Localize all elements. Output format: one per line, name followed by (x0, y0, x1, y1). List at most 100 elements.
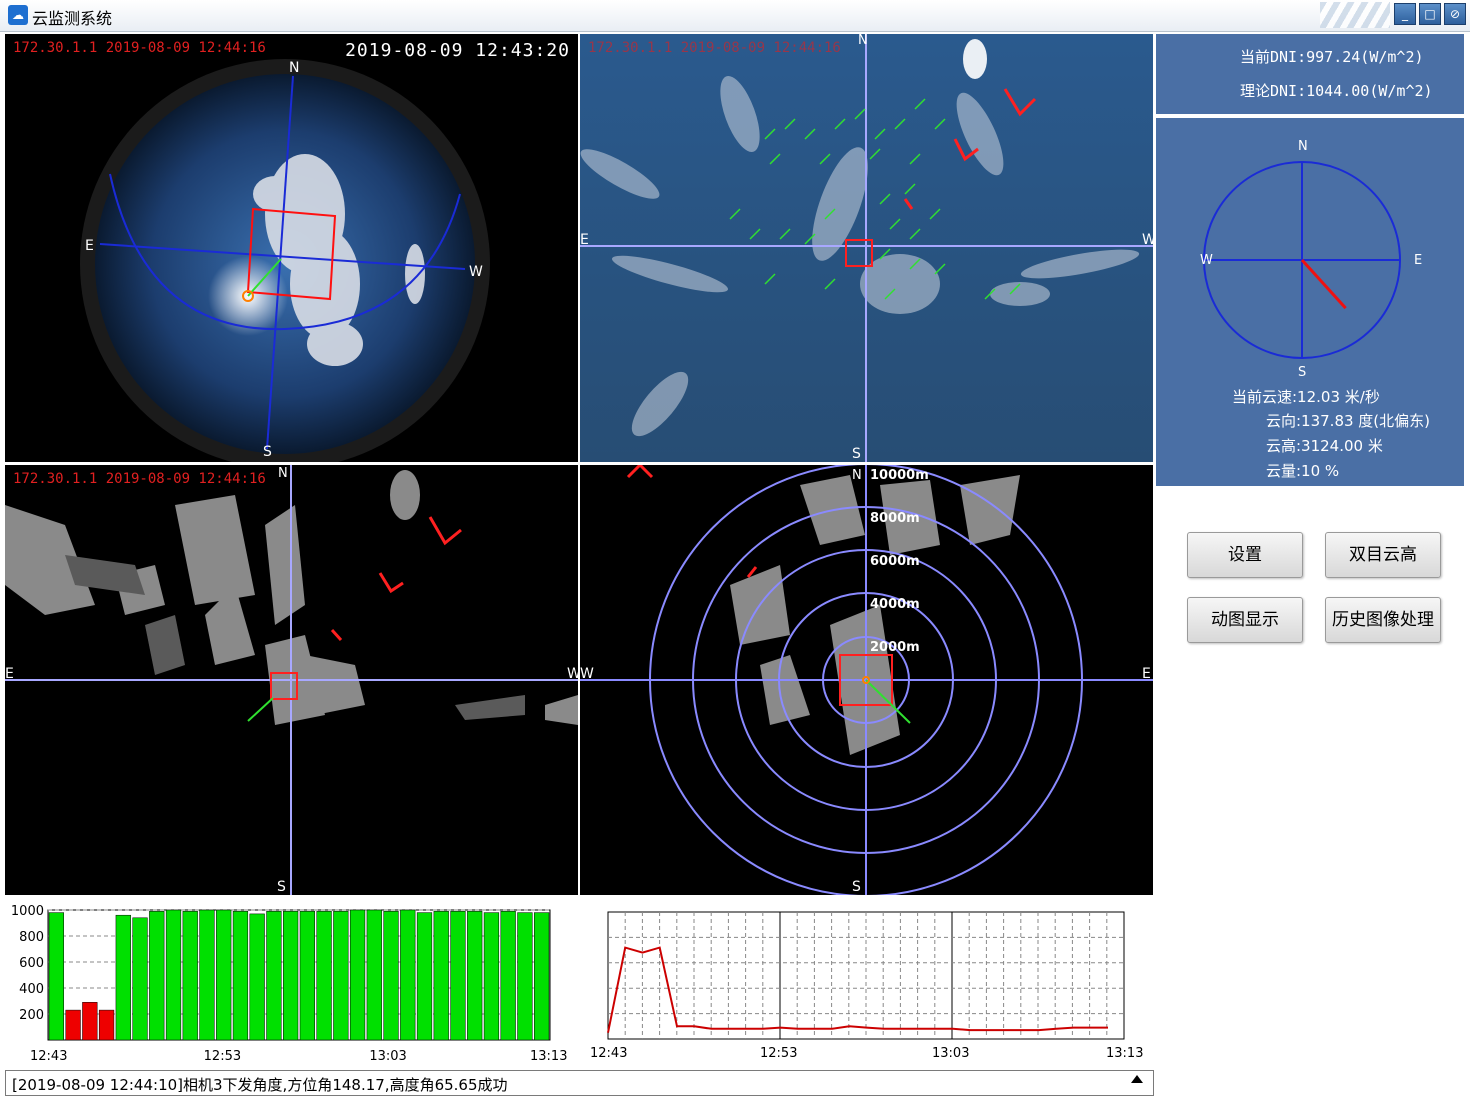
bar (115, 914, 131, 1041)
wind-barbs (626, 465, 758, 578)
dir-n: N (858, 34, 868, 48)
camera-ip-time: 172.30.1.1 2019-08-09 12:44:16 (13, 471, 266, 487)
bar (216, 909, 232, 1041)
ring-label-10000: 10000m (870, 468, 929, 483)
bar (433, 911, 449, 1041)
bar (366, 909, 382, 1041)
bar (483, 912, 500, 1041)
bar (400, 909, 416, 1041)
status-message: [2019-08-09 12:44:10]相机3下发角度,方位角148.17,高… (12, 1076, 508, 1094)
direction-compass: N S W E (1200, 139, 1422, 380)
camera-ip-time: 172.30.1.1 2019-08-09 12:44:16 (588, 40, 841, 56)
dir-e: E (1142, 666, 1151, 682)
compass-n: N (1298, 139, 1308, 154)
cloud-amount: 云量:10 % (1266, 462, 1340, 480)
height-rings-panel: 10000m 8000m 6000m 4000m 2000m N S W E (580, 465, 1153, 895)
bar (82, 1002, 98, 1041)
image-timestamp: 2019-08-09 12:43:20 (345, 40, 570, 61)
window-title: 云监测系统 (32, 9, 113, 28)
bar (333, 911, 349, 1041)
window-controls: _ □ ⊘ (1391, 3, 1466, 27)
bar (98, 1009, 115, 1041)
bar (383, 911, 399, 1041)
binocular-height-button[interactable]: 双目云高 (1325, 532, 1441, 578)
dir-s: S (852, 446, 861, 462)
bar (349, 909, 366, 1041)
line-xtick: 12:53 (760, 1046, 797, 1061)
cloud-height: 云高:3124.00 米 (1266, 437, 1383, 455)
bar (165, 909, 182, 1041)
bar (48, 912, 64, 1041)
bar (232, 911, 249, 1041)
cloud-speed: 当前云速:12.03 米/秒 (1232, 388, 1380, 406)
bar (132, 917, 148, 1041)
ring-label-2000: 2000m (870, 640, 920, 655)
status-bar: [2019-08-09 12:44:10]相机3下发角度,方位角148.17,高… (5, 1070, 1154, 1096)
animation-display-button[interactable]: 动图显示 (1187, 597, 1303, 643)
ring-label-8000: 8000m (870, 511, 920, 526)
binary-view: N S E W (5, 465, 578, 895)
bar (517, 912, 533, 1041)
bar-ytick: 200 (19, 1008, 44, 1023)
wind-barbs (330, 516, 462, 642)
close-button[interactable]: ⊘ (1444, 3, 1466, 25)
bar-ytick: 600 (19, 956, 44, 971)
bar (450, 911, 466, 1041)
theory-dni: 理论DNI:1044.00(W/m^2) (1240, 82, 1433, 100)
cloud-amount-line-chart: 12:43 12:53 13:03 13:13 (590, 911, 1143, 1061)
dir-n: N (852, 468, 862, 483)
line-xtick: 13:13 (1106, 1046, 1143, 1061)
bar-ytick: 800 (19, 930, 44, 945)
dir-s: S (852, 879, 861, 895)
titlebar-decoration (1320, 2, 1390, 28)
dir-s: S (277, 879, 286, 895)
settings-button[interactable]: 设置 (1187, 532, 1303, 578)
camera-ip-time: 172.30.1.1 2019-08-09 12:44:16 (13, 40, 266, 56)
dir-e: E (85, 238, 94, 254)
bar-xtick: 12:53 (204, 1049, 241, 1064)
cloud-info-box: N S W E 当前云速:12.03 米/秒 云向:137.83 度(北偏东) … (1156, 118, 1464, 486)
history-processing-button[interactable]: 历史图像处理 (1325, 597, 1441, 643)
line-xtick: 13:03 (932, 1046, 969, 1061)
app-icon: ☁ (8, 5, 28, 25)
bar (149, 911, 165, 1041)
dni-bar-chart: 200 400 600 800 1000 12:43 12:53 13:03 13:13 (11, 904, 568, 1064)
dni-info-box: 当前DNI:997.24(W/m^2) 理论DNI:1044.00(W/m^2) (1156, 34, 1464, 114)
dir-s: S (263, 444, 272, 460)
bar-xtick: 13:13 (530, 1049, 567, 1064)
compass-needle (1300, 258, 1347, 310)
dir-w: W (1142, 232, 1153, 248)
bar-xtick: 12:43 (30, 1049, 67, 1064)
bar (299, 911, 315, 1041)
compass-s: S (1298, 365, 1306, 378)
bar-ytick: 400 (19, 982, 44, 997)
binary-panel: N S E W 172.30.1.1 2019-08-09 12:44:16 (5, 465, 578, 895)
line-xtick: 12:43 (590, 1046, 627, 1061)
bar (65, 1009, 81, 1041)
bar (182, 911, 198, 1041)
sun-flare (963, 39, 987, 79)
dir-n: N (278, 466, 288, 481)
dir-w: W (580, 666, 594, 682)
bar (199, 909, 215, 1041)
dir-w: W (469, 264, 483, 280)
bar (316, 911, 332, 1041)
cloud-direction: 云向:137.83 度(北偏东) (1266, 412, 1431, 430)
maximize-button[interactable]: □ (1419, 3, 1441, 25)
bar (266, 911, 282, 1041)
ring-label-6000: 6000m (870, 554, 920, 569)
height-rings-view: 10000m 8000m 6000m 4000m 2000m N S W E (580, 465, 1153, 895)
scroll-up-icon[interactable] (1131, 1075, 1143, 1083)
dir-w: W (567, 666, 578, 682)
fisheye-panel: N S E W 172.30.1.1 2019-08-09 12:44:16 2… (5, 34, 578, 462)
minimize-button[interactable]: _ (1394, 3, 1416, 25)
projection-view: N S E W (580, 34, 1153, 462)
bar (416, 912, 433, 1041)
bar-xtick: 13:03 (369, 1049, 406, 1064)
current-dni: 当前DNI:997.24(W/m^2) (1240, 48, 1424, 66)
dir-n: N (289, 60, 299, 76)
bar (283, 911, 299, 1041)
bar (534, 912, 550, 1041)
bar (467, 911, 483, 1041)
compass-w: W (1200, 253, 1213, 268)
